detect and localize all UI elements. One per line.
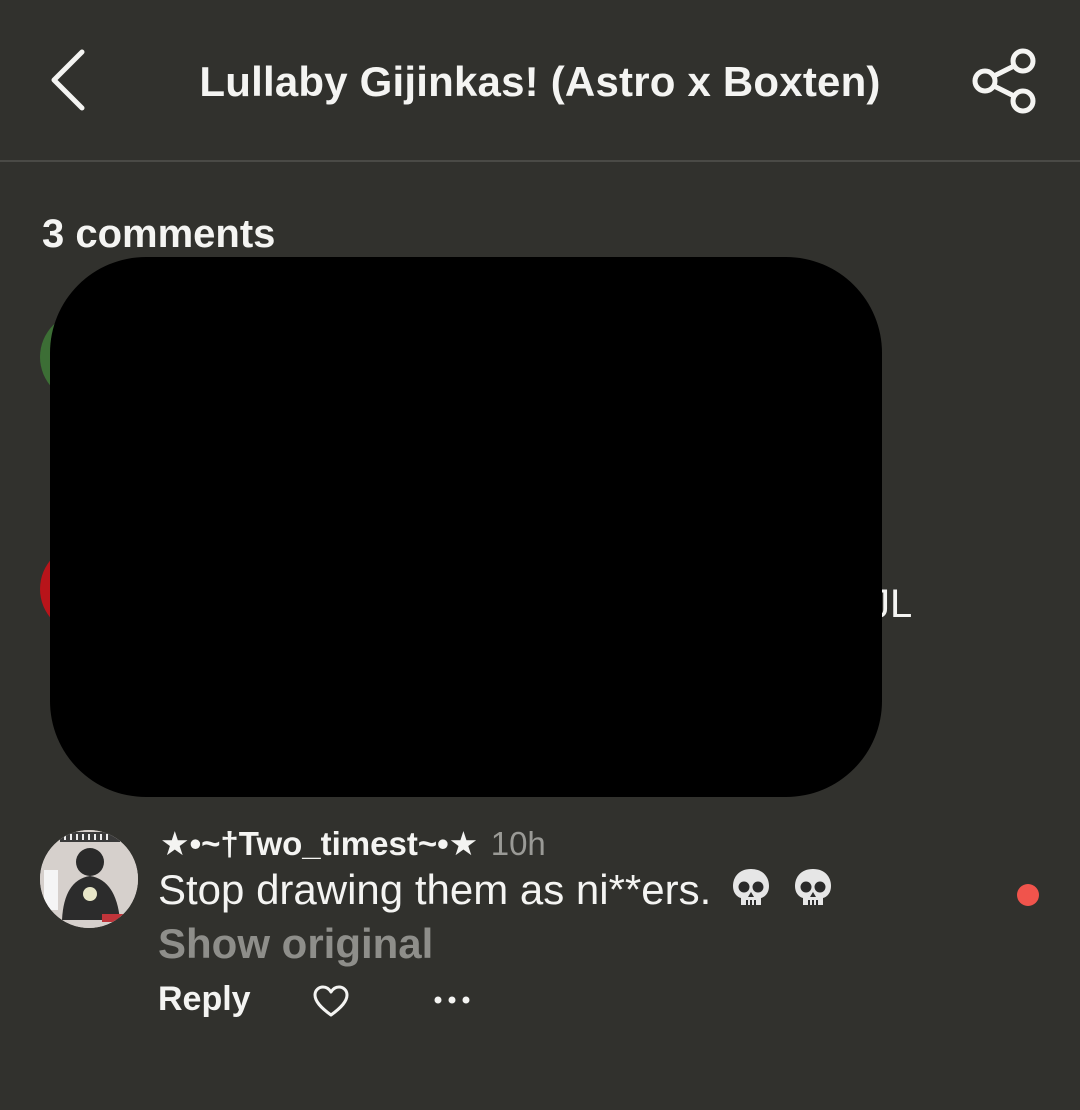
redaction-block bbox=[50, 257, 882, 797]
page-title: Lullaby Gijinkas! (Astro x Boxten) bbox=[199, 58, 881, 105]
comment-text: Stop drawing them as ni**ers. bbox=[158, 866, 712, 913]
like-button[interactable] bbox=[312, 984, 350, 1018]
avatar[interactable] bbox=[40, 830, 138, 928]
skull-icon bbox=[791, 866, 835, 920]
avatar-image bbox=[40, 830, 138, 928]
reply-button[interactable]: Reply bbox=[158, 980, 251, 1019]
username[interactable]: ★•~†Two_timest~•★ bbox=[160, 825, 478, 862]
share-icon bbox=[972, 48, 1036, 114]
heart-outline-icon bbox=[313, 985, 349, 1017]
comment-meta: ★•~†Two_timest~•★ 10h bbox=[160, 824, 546, 864]
show-original-link[interactable]: Show original bbox=[158, 920, 433, 968]
skull-icon bbox=[729, 866, 773, 920]
unread-indicator bbox=[1017, 884, 1039, 906]
chevron-left-icon bbox=[51, 49, 85, 111]
more-options-button[interactable] bbox=[432, 990, 472, 1010]
more-horizontal-icon bbox=[434, 996, 470, 1004]
comment-body: Stop drawing them as ni**ers. bbox=[158, 866, 835, 920]
timestamp: 10h bbox=[490, 825, 546, 862]
top-bar: Lullaby Gijinkas! (Astro x Boxten) bbox=[0, 0, 1080, 162]
back-button[interactable] bbox=[44, 48, 92, 112]
comment-count: 3 comments bbox=[42, 212, 276, 256]
share-button[interactable] bbox=[970, 48, 1040, 114]
